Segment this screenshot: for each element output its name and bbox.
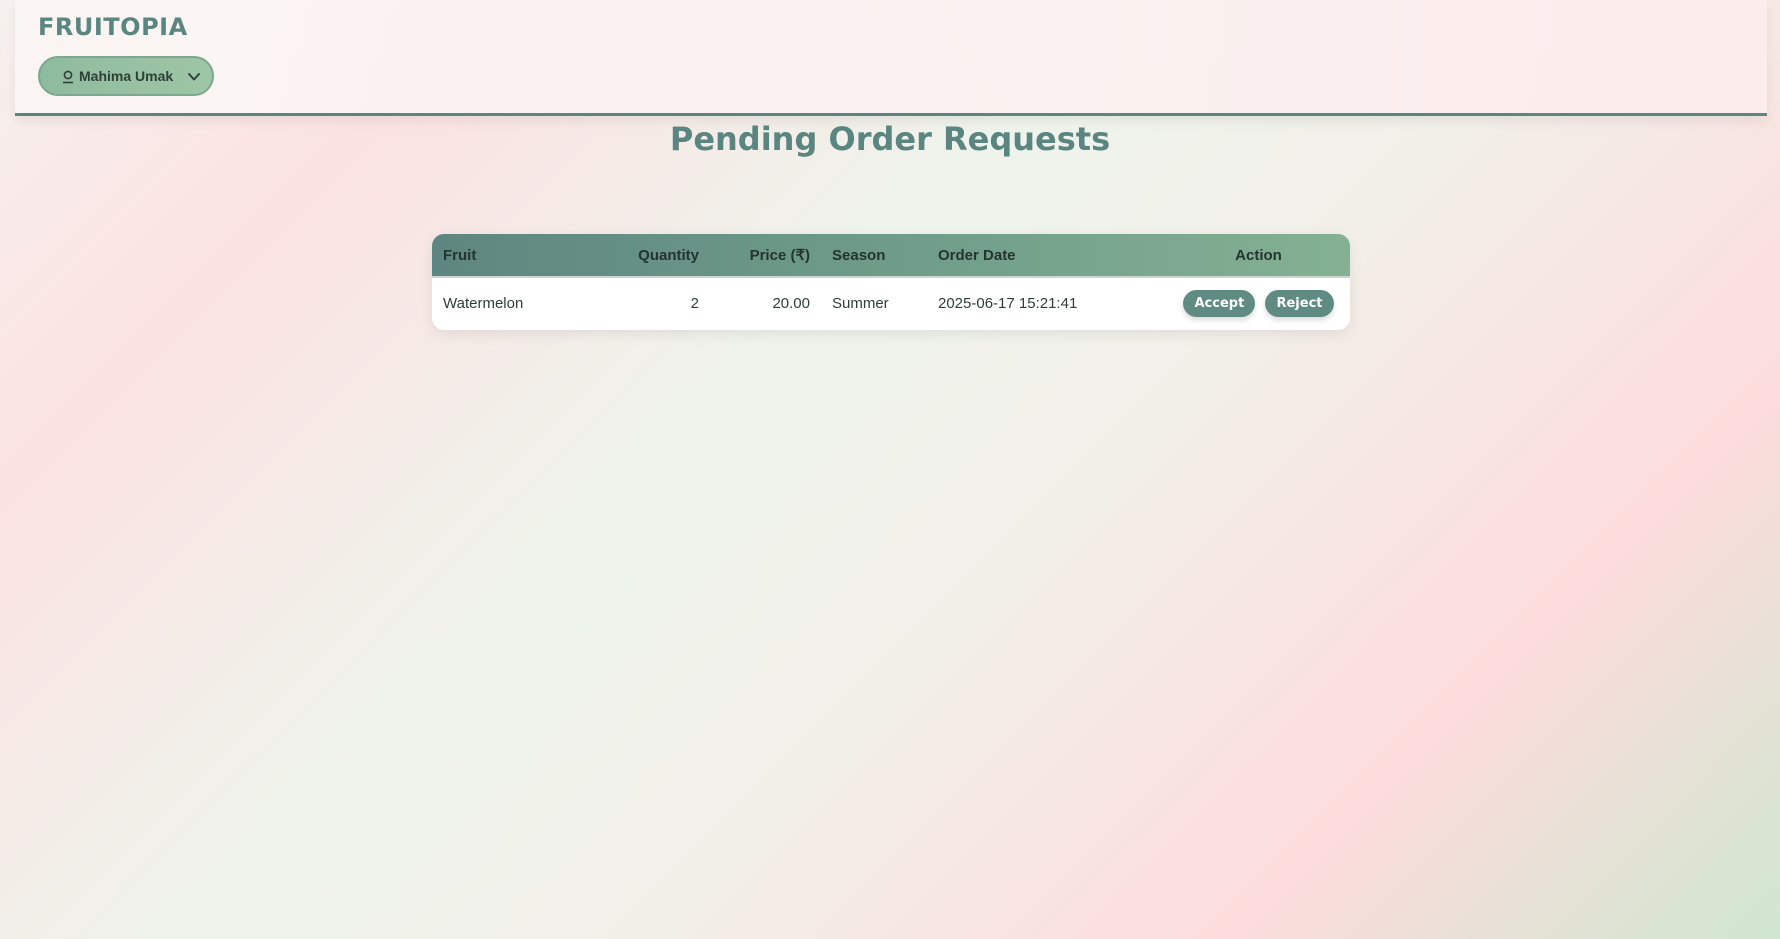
cell-quantity: 2 — [690, 295, 699, 312]
header-order-date: Order Date — [938, 246, 1016, 264]
page-title: Pending Order Requests — [669, 120, 1111, 158]
table-row: Watermelon 2 20.00 Summer 2025-06-17 15:… — [432, 277, 1350, 329]
navbar: FRUITOPIA Mahima Umak — [15, 0, 1767, 116]
brand-logo[interactable]: FRUITOPIA — [38, 13, 188, 41]
chevron-down-icon — [188, 73, 200, 81]
header-quantity: Quantity — [638, 246, 699, 264]
accept-button[interactable]: Accept — [1183, 290, 1256, 317]
cell-season: Summer — [832, 295, 889, 312]
cell-order-date: 2025-06-17 15:21:41 — [938, 295, 1078, 312]
orders-table: Fruit Quantity Price (₹) Season Order Da… — [432, 234, 1350, 329]
header-action: Action — [1235, 246, 1282, 264]
user-menu-button[interactable]: Mahima Umak — [38, 56, 214, 96]
orders-table-card: Fruit Quantity Price (₹) Season Order Da… — [432, 234, 1350, 330]
cell-actions: Accept Reject — [1167, 277, 1350, 329]
cell-fruit: Watermelon — [443, 295, 524, 312]
reject-button[interactable]: Reject — [1265, 290, 1334, 317]
user-name: Mahima Umak — [79, 68, 174, 84]
header-fruit: Fruit — [443, 246, 477, 264]
user-icon — [63, 70, 73, 84]
header-price: Price (₹) — [749, 247, 810, 264]
header-season: Season — [832, 246, 886, 264]
cell-price: 20.00 — [772, 295, 810, 312]
table-header-row: Fruit Quantity Price (₹) Season Order Da… — [432, 234, 1350, 277]
